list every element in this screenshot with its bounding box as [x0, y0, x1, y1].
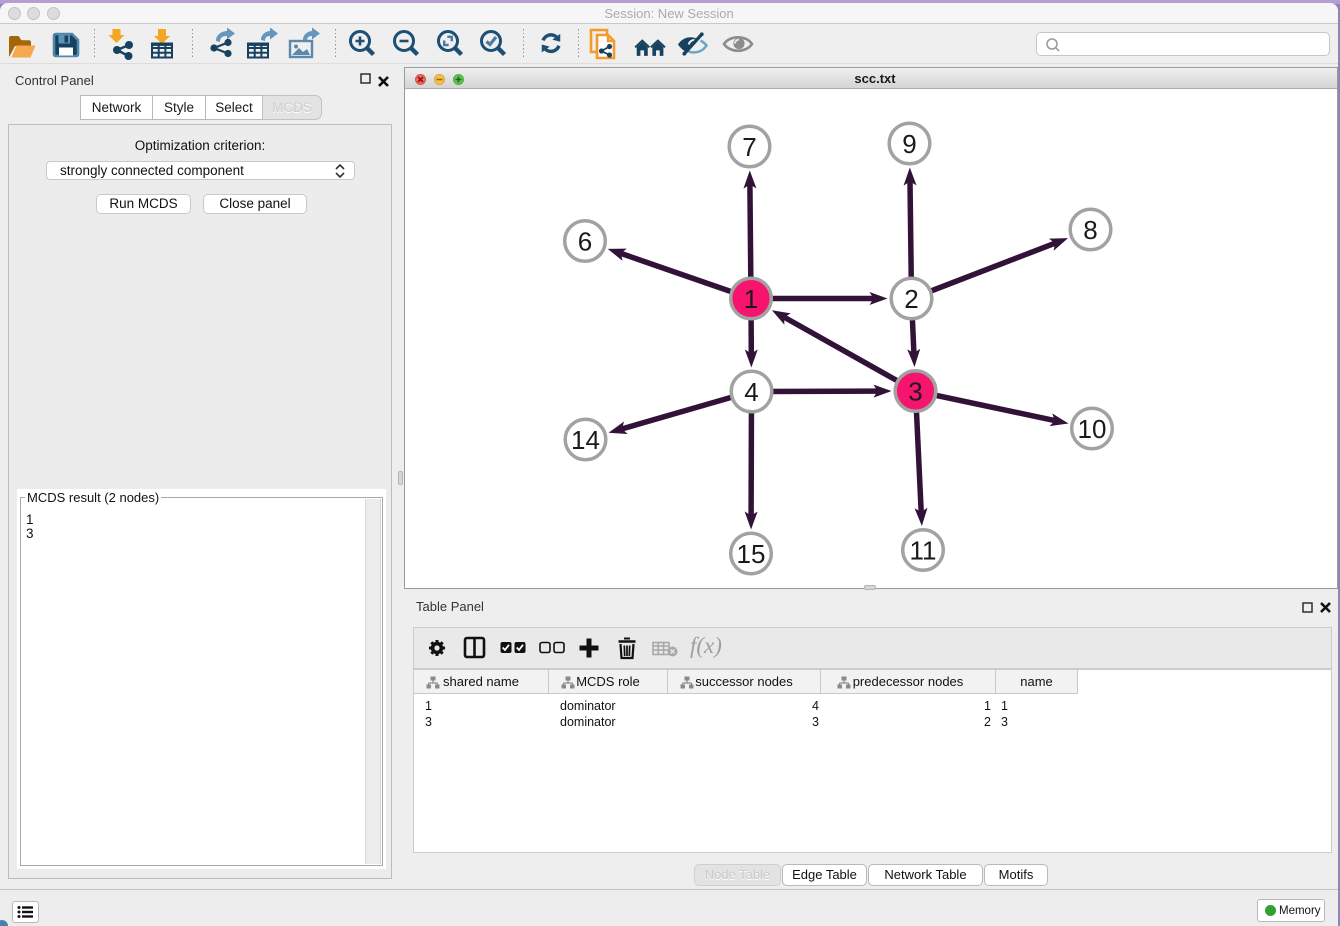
svg-text:15: 15: [737, 539, 766, 569]
svg-text:10: 10: [1078, 414, 1107, 444]
svg-text:6: 6: [578, 227, 592, 257]
svg-text:7: 7: [742, 132, 756, 162]
svg-text:3: 3: [908, 377, 922, 407]
svg-text:14: 14: [571, 425, 600, 455]
svg-text:8: 8: [1083, 215, 1097, 245]
svg-text:1: 1: [744, 284, 758, 314]
svg-text:2: 2: [904, 284, 918, 314]
svg-text:9: 9: [902, 129, 916, 159]
svg-text:4: 4: [744, 377, 758, 407]
svg-text:11: 11: [910, 536, 937, 566]
